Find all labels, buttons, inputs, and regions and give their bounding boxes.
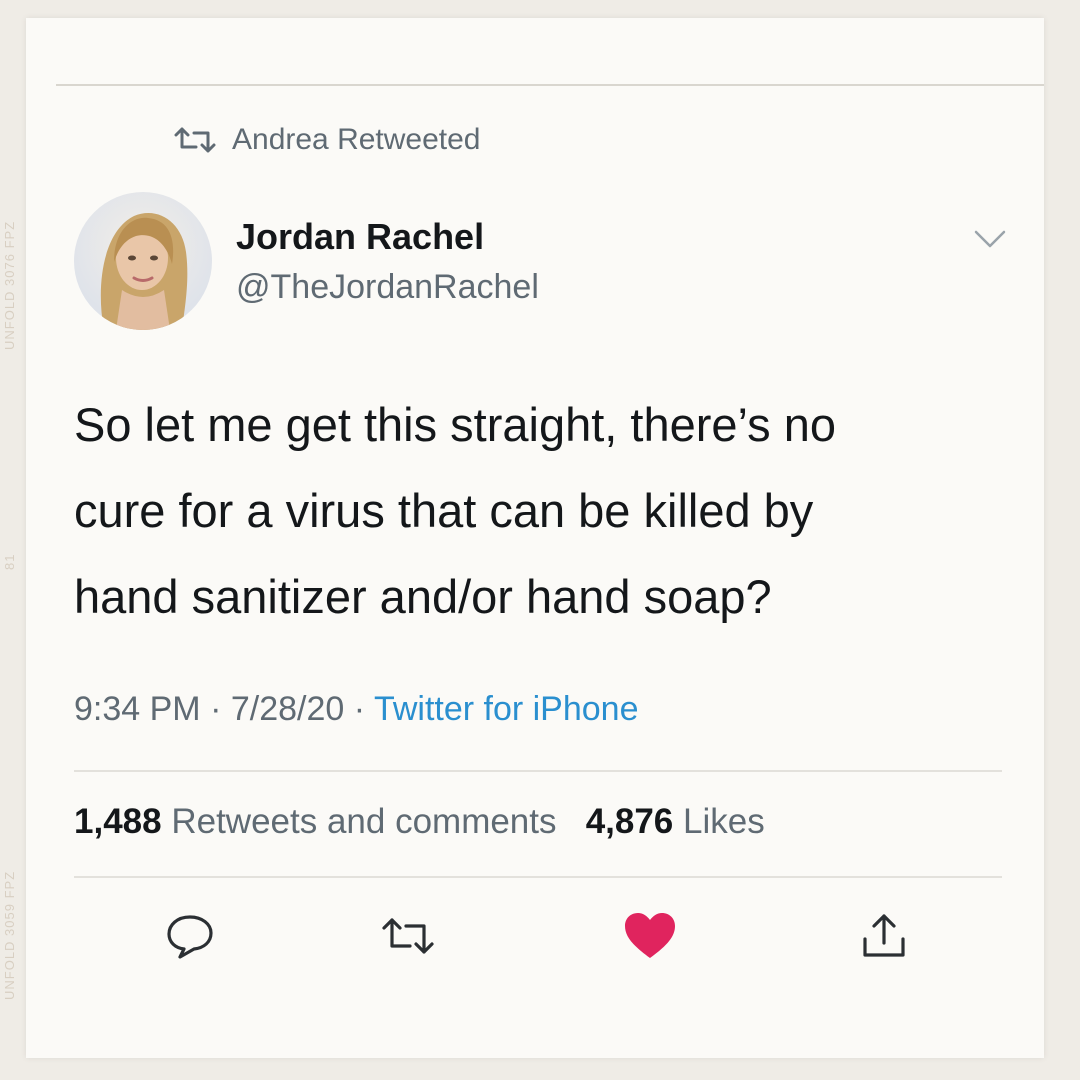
author-handle[interactable]: @TheJordanRachel — [236, 268, 539, 307]
tweet-line: So let me get this straight, there’s no — [74, 398, 836, 451]
meta-separator: · — [210, 690, 222, 728]
retweet-icon — [172, 126, 218, 154]
reply-button[interactable] — [160, 908, 220, 968]
retweets-count[interactable]: 1,488 — [74, 802, 162, 841]
tweet-line: cure for a virus that can be killed by — [74, 484, 814, 537]
chevron-down-icon[interactable] — [968, 224, 1012, 254]
like-button[interactable] — [620, 908, 680, 968]
retweet-icon — [380, 916, 436, 961]
share-icon — [859, 911, 909, 966]
retweets-label[interactable]: Retweets and comments — [171, 802, 556, 841]
side-watermark-bottom: UNFOLD 3059 FPZ — [2, 870, 17, 1000]
tweet-source-link[interactable]: Twitter for iPhone — [374, 690, 639, 728]
tweet-time: 9:34 PM — [74, 690, 201, 728]
meta-separator: · — [353, 690, 366, 728]
likes-label[interactable]: Likes — [683, 802, 765, 841]
tweet-text: So let me get this straight, there’s no … — [74, 382, 1004, 640]
tweet-line: hand sanitizer and/or hand soap? — [74, 570, 772, 623]
tweet-date: 7/28/20 — [230, 690, 345, 728]
avatar[interactable] — [74, 192, 212, 330]
side-watermark-top: UNFOLD 3076 FPZ — [2, 220, 17, 350]
share-button[interactable] — [854, 908, 914, 968]
likes-count[interactable]: 4,876 — [586, 802, 674, 841]
tweet-meta: 9:34 PM · 7/28/20 · Twitter for iPhone — [74, 690, 639, 729]
divider — [74, 876, 1002, 878]
retweet-button[interactable] — [378, 908, 438, 968]
side-watermark-number: 81 — [2, 553, 17, 570]
tweet-stats: 1,488 Retweets and comments 4,876 Likes — [74, 802, 765, 842]
retweet-banner[interactable]: Andrea Retweeted — [172, 120, 481, 160]
like-heart-icon — [622, 911, 678, 966]
retweet-banner-label: Andrea Retweeted — [232, 123, 481, 156]
reply-icon — [164, 911, 216, 966]
divider — [74, 770, 1002, 772]
author-name[interactable]: Jordan Rachel — [236, 216, 484, 258]
top-divider — [56, 84, 1044, 86]
